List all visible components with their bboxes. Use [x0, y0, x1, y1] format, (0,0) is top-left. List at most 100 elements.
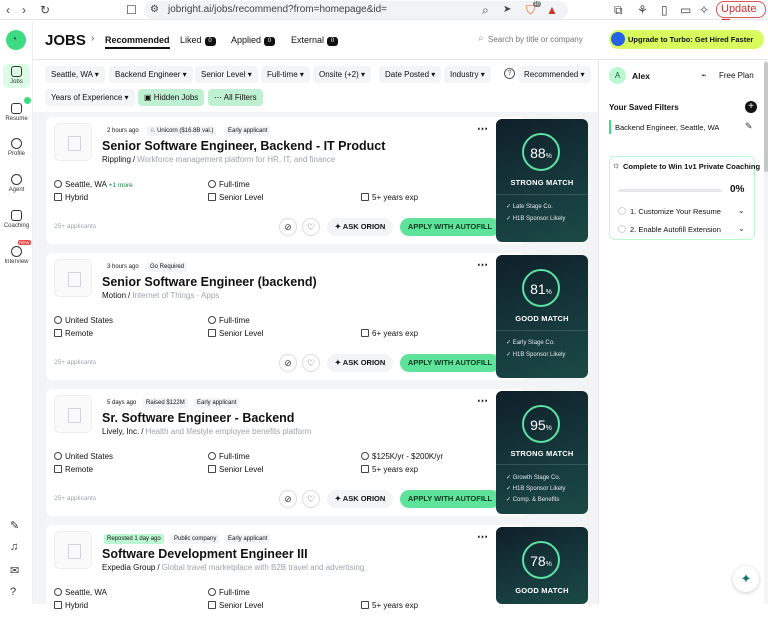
hide-job-button[interactable]: ⊘: [279, 354, 297, 372]
like-button[interactable]: ♡: [302, 490, 320, 508]
edit-icon[interactable]: ✎: [745, 121, 753, 132]
filter-location[interactable]: Seattle, WA ▾: [45, 66, 105, 83]
site-settings-icon[interactable]: ⚙: [150, 2, 159, 18]
apply-button[interactable]: APPLY WITH AUTOFILL: [400, 490, 500, 508]
zoom-icon[interactable]: ⌕: [482, 2, 489, 18]
help-icon[interactable]: ?: [504, 68, 515, 79]
wallet-icon[interactable]: ▭: [680, 2, 691, 18]
hidden-jobs-button[interactable]: ▣ Hidden Jobs: [138, 89, 205, 106]
more-locations-link[interactable]: +1 more: [109, 182, 133, 189]
job-card[interactable]: 3 hours ago Go Required ⋯ Senior Softwar…: [46, 253, 526, 380]
notification-bell-icon[interactable]: ♫: [10, 541, 18, 553]
extension-icon[interactable]: ⧉: [614, 2, 623, 18]
job-title[interactable]: Sr. Software Engineer - Backend: [102, 411, 294, 425]
job-card[interactable]: 2 hours ago ♘ Unicorn ($16.8B val.) Earl…: [46, 117, 526, 244]
send-icon[interactable]: ➤: [503, 2, 511, 18]
scrollbar-thumb[interactable]: [764, 62, 768, 172]
job-location-text: Seattle, WA: [65, 588, 107, 597]
progress-track: [618, 189, 722, 192]
reload-icon[interactable]: ↻: [40, 2, 50, 18]
agent-icon: [11, 174, 22, 185]
search-input[interactable]: [488, 32, 600, 46]
company-separator: /: [132, 155, 136, 164]
messages-icon[interactable]: ✉: [10, 564, 19, 577]
filter-role-label: Backend Engineer: [115, 70, 181, 79]
apply-button[interactable]: APPLY WITH AUTOFILL: [400, 354, 500, 372]
ask-orion-button[interactable]: ✦ ASK ORION: [327, 218, 393, 236]
company-name[interactable]: Expedia Group: [102, 563, 155, 572]
nav-coaching[interactable]: Coaching: [0, 210, 33, 229]
tab-applied[interactable]: Applied 0: [231, 35, 276, 46]
url-text[interactable]: jobright.ai/jobs/recommend?from=homepage…: [168, 4, 387, 15]
company-name[interactable]: Lively, Inc.: [102, 427, 139, 436]
more-options-icon[interactable]: ⋯: [477, 258, 488, 271]
filter-industry[interactable]: Industry ▾: [444, 66, 491, 83]
tab-external[interactable]: External 0: [291, 35, 339, 46]
forward-icon[interactable]: ›: [22, 2, 26, 18]
filter-level[interactable]: Senior Level ▾: [195, 66, 258, 83]
all-filters-button[interactable]: ⋯ All Filters: [208, 89, 263, 106]
chevron-down-icon: ▾: [431, 70, 436, 79]
step-checkbox[interactable]: [618, 207, 626, 215]
filter-job-type[interactable]: Full-time ▾: [261, 66, 310, 83]
chevron-down-icon[interactable]: ⌄: [738, 224, 745, 233]
hide-job-button[interactable]: ⊘: [279, 218, 297, 236]
add-filter-button[interactable]: +: [745, 101, 757, 113]
job-level: Senior Level: [208, 601, 263, 610]
step-item[interactable]: 1. Customize Your Resume: [630, 207, 721, 216]
hide-job-button[interactable]: ⊘: [279, 490, 297, 508]
job-card[interactable]: 5 days ago Raised $122M Early applicant …: [46, 389, 526, 516]
job-title[interactable]: Software Development Engineer III: [102, 547, 308, 561]
nav-interview[interactable]: Interview NEW: [0, 240, 33, 265]
ask-orion-button[interactable]: ✦ ASK ORION: [327, 354, 393, 372]
plan-label[interactable]: Free Plan: [719, 71, 754, 80]
lightbulb-icon: ☼: [612, 160, 621, 170]
avatar[interactable]: A: [609, 67, 626, 84]
sort-select[interactable]: Recommended ▾: [518, 66, 591, 83]
chevron-down-icon[interactable]: ⌄: [738, 206, 745, 215]
tab-recommended[interactable]: Recommended: [105, 35, 170, 49]
job-tag: Go Required: [147, 262, 188, 272]
nav-agent[interactable]: Agent: [0, 174, 33, 193]
chevron-down-icon: ▾: [580, 70, 585, 79]
apply-button[interactable]: APPLY WITH AUTOFILL: [400, 218, 500, 236]
like-button[interactable]: ♡: [302, 354, 320, 372]
leo-icon[interactable]: ✧: [699, 2, 709, 18]
help-icon[interactable]: ?: [10, 586, 16, 598]
filter-role[interactable]: Backend Engineer ▾: [109, 66, 193, 83]
brave-rewards-icon[interactable]: ▲: [546, 2, 558, 18]
job-title[interactable]: Senior Software Engineer (backend): [102, 275, 317, 289]
sidebar-toggle-icon[interactable]: ▯: [661, 2, 668, 18]
more-options-icon[interactable]: ⋯: [477, 394, 488, 407]
company-name[interactable]: Motion: [102, 291, 126, 300]
more-options-icon[interactable]: ⋯: [477, 530, 488, 543]
nav-jobs[interactable]: Jobs: [0, 64, 33, 88]
job-card[interactable]: Reposted 1 day ago Public company Early …: [46, 525, 526, 625]
match-score-panel: 81% GOOD MATCH ✓ Early Stage Co. ✓ H1B S…: [496, 255, 588, 378]
filter-work-mode[interactable]: Onsite (+2) ▾: [313, 66, 372, 83]
bookmark-icon[interactable]: ☐: [126, 2, 137, 18]
job-title[interactable]: Senior Software Engineer, Backend - IT P…: [102, 139, 385, 153]
saved-filter-item[interactable]: Backend Engineer, Seattle, WA: [615, 123, 719, 132]
company-line: Motion / Internet of Things · Apps: [102, 291, 219, 300]
tab-liked[interactable]: Liked 0: [180, 35, 216, 46]
filter-level-label: Senior Level: [201, 70, 246, 79]
like-button[interactable]: ♡: [302, 218, 320, 236]
filter-date-posted[interactable]: Date Posted ▾: [379, 66, 442, 83]
company-name[interactable]: Rippling: [102, 155, 131, 164]
step-checkbox[interactable]: [618, 225, 626, 233]
nav-profile[interactable]: Profile: [0, 138, 33, 157]
filter-experience[interactable]: Years of Experience ▾: [45, 89, 135, 106]
upgrade-button[interactable]: Upgrade to Turbo: Get Hired Faster: [609, 30, 764, 49]
orion-assistant-button[interactable]: ✦: [733, 566, 759, 592]
jobright-logo[interactable]: ◔: [6, 30, 26, 50]
nav-resume[interactable]: Resume: [0, 97, 33, 122]
feedback-icon[interactable]: ✎: [10, 519, 19, 532]
update-button[interactable]: Update ☰: [716, 1, 766, 30]
back-icon[interactable]: ‹: [6, 2, 10, 18]
puzzle-icon[interactable]: ⚘: [637, 2, 648, 18]
ask-orion-button[interactable]: ✦ ASK ORION: [327, 490, 393, 508]
progress-percent: 0%: [730, 184, 745, 195]
more-options-icon[interactable]: ⋯: [477, 122, 488, 135]
step-item[interactable]: 2. Enable Autofill Extension: [630, 225, 721, 234]
